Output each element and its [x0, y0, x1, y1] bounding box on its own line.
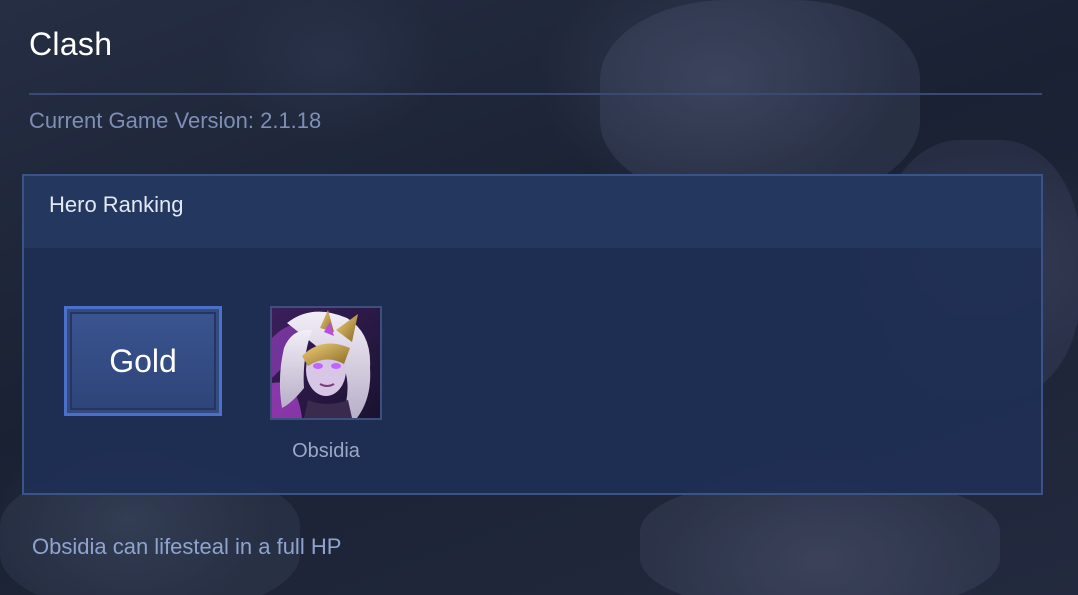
hero-portrait-art	[272, 308, 380, 418]
hero-name: Obsidia	[292, 440, 360, 462]
tier-gold-badge[interactable]: Gold	[64, 306, 222, 416]
page-title: Clash	[29, 26, 113, 62]
hero-tip-text: Obsidia can lifesteal in a full HP	[32, 534, 342, 559]
background-figure-bottom-right	[640, 480, 1000, 595]
game-version-text: Current Game Version: 2.1.18	[29, 108, 322, 133]
tier-label: Gold	[109, 342, 177, 379]
panel-title: Hero Ranking	[49, 192, 184, 217]
hero-portrait-obsidia[interactable]	[270, 306, 382, 420]
panel-header: Hero Ranking	[24, 176, 1041, 248]
hero-ranking-panel: Hero Ranking Gold Obsidia	[22, 174, 1043, 495]
header-divider	[29, 93, 1042, 95]
background-figure-top	[600, 0, 920, 200]
